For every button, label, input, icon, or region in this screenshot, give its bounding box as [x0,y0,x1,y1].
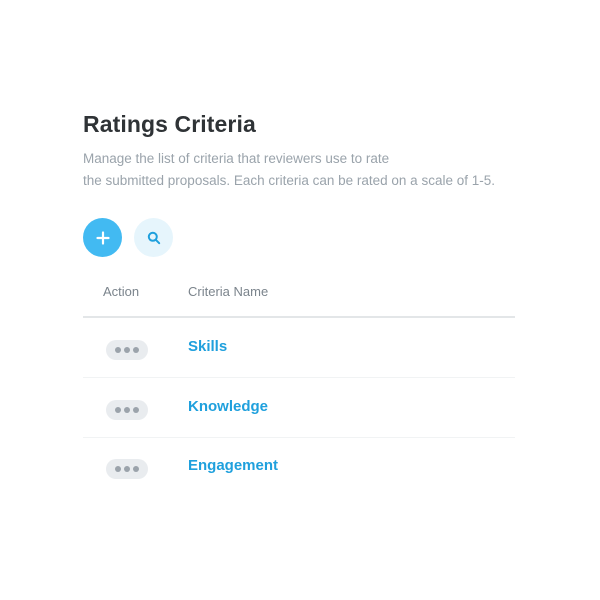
more-dots-icon [124,466,130,472]
table-row: Engagement [83,437,515,497]
table-row: Knowledge [83,378,515,438]
column-header-criteria-name: Criteria Name [188,284,269,299]
more-dots-icon [115,466,121,472]
more-dots-icon [124,407,130,413]
description-line-2: the submitted proposals. Each criteria c… [83,173,495,188]
table-header: Action Criteria Name [83,284,515,318]
page: Ratings Criteria Manage the list of crit… [0,0,600,600]
criteria-name-link[interactable]: Knowledge [188,398,268,415]
add-criteria-button[interactable] [83,218,122,257]
search-button[interactable] [134,218,173,257]
description-line-1: Manage the list of criteria that reviewe… [83,151,390,166]
more-dots-icon [115,347,121,353]
more-dots-icon [133,466,139,472]
criteria-name-link[interactable]: Engagement [188,457,278,474]
more-dots-icon [133,407,139,413]
page-description: Manage the list of criteria that reviewe… [83,148,543,192]
row-actions-button[interactable] [106,459,148,479]
plus-icon [95,230,110,245]
row-actions-button[interactable] [106,340,148,360]
more-dots-icon [115,407,121,413]
page-title: Ratings Criteria [83,111,256,137]
search-icon [147,231,160,244]
more-dots-icon [133,347,139,353]
criteria-name-link[interactable]: Skills [188,338,227,355]
more-dots-icon [124,347,130,353]
column-header-action: Action [103,284,140,299]
row-actions-button[interactable] [106,400,148,420]
table-row: Skills [83,318,515,378]
